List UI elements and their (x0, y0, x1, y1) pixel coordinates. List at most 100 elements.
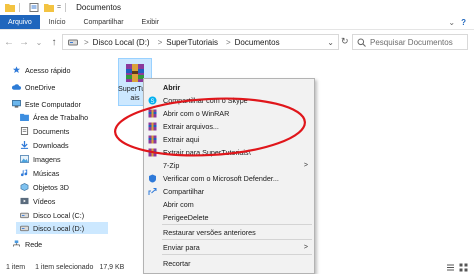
tab-arquivo[interactable]: Arquivo (0, 15, 40, 29)
menu-separator (162, 254, 312, 255)
download-icon (20, 141, 29, 149)
submenu-arrow-icon: > (303, 162, 308, 169)
sidebar-item-label: Disco Local (C:) (33, 210, 85, 220)
pictures-folder-icon (20, 155, 29, 163)
sidebar-item-label: Disco Local (D:) (33, 223, 85, 233)
sidebar-item-este-computador[interactable]: Este Computador (12, 98, 81, 110)
sidebar-item-label: Imagens (33, 154, 61, 164)
up-button[interactable]: ↑ (48, 36, 60, 48)
sidebar-item-label: Vídeos (33, 196, 56, 206)
breadcrumb-documentos[interactable]: Documentos (235, 38, 280, 47)
view-switcher (446, 263, 468, 272)
sidebar-item-disco-d[interactable]: Disco Local (D:) (16, 222, 108, 234)
search-input[interactable]: Pesquisar Documentos (352, 34, 468, 50)
sidebar-item-videos[interactable]: Vídeos (20, 195, 55, 207)
ribbon-collapse-button[interactable]: ⌄ (448, 18, 455, 27)
sidebar-item-disco-c[interactable]: Disco Local (C:) (20, 209, 84, 221)
desktop-folder-icon (20, 113, 29, 121)
breadcrumb-supertutoriais[interactable]: SuperTutoriais (166, 38, 218, 47)
status-selected: 1 item selecionado (35, 264, 94, 271)
navigation-bar: ← → ⌄ ↑ > Disco Local (D:) > SuperTutori… (0, 31, 474, 53)
sidebar-item-rede[interactable]: Rede (12, 238, 42, 250)
sidebar-item-documents[interactable]: Documents (20, 125, 69, 137)
computer-icon (12, 100, 21, 108)
breadcrumb-separator: > (84, 37, 89, 47)
menu-item-defender[interactable]: Verificar com o Microsoft Defender... (144, 173, 314, 184)
back-button[interactable]: ← (3, 36, 15, 48)
title-divider (65, 3, 67, 12)
tab-exibir[interactable]: Exibir (133, 15, 169, 29)
address-bar[interactable]: > Disco Local (D:) > SuperTutoriais > Do… (62, 34, 339, 50)
objects3d-icon (20, 183, 29, 191)
search-icon (357, 38, 366, 47)
sidebar-item-label: Objetos 3D (33, 182, 69, 192)
quick-access-dropdown[interactable]: = (57, 4, 61, 11)
details-view-icon[interactable] (446, 263, 455, 272)
tab-compartilhar[interactable]: Compartilhar (74, 15, 132, 29)
annotation-ellipse (114, 97, 306, 157)
help-button[interactable]: ? (461, 18, 466, 27)
menu-item-label: Abrir com (163, 200, 194, 209)
sidebar-item-label: Músicas (33, 168, 60, 178)
sidebar-item-label: Este Computador (25, 99, 81, 109)
menu-item-abrir[interactable]: Abrir (144, 82, 314, 93)
cloud-icon (12, 84, 21, 90)
breadcrumb-separator: > (157, 37, 163, 47)
sidebar-item-musicas[interactable]: Músicas (20, 167, 59, 179)
menu-separator (162, 224, 312, 225)
ribbon-controls: ⌄ ? (448, 15, 474, 29)
share-icon (148, 188, 157, 195)
recent-locations-button[interactable]: ⌄ (33, 36, 45, 48)
menu-item-enviar-para[interactable]: Enviar para > (144, 242, 314, 253)
breadcrumb-disco-d[interactable]: Disco Local (D:) (93, 38, 150, 47)
menu-item-restaurar-versoes[interactable]: Restaurar versões anteriores (144, 227, 314, 238)
network-icon (13, 240, 20, 247)
new-folder-icon[interactable] (44, 3, 54, 12)
status-item-count: 1 item (6, 264, 26, 271)
defender-shield-icon (149, 174, 156, 183)
refresh-button[interactable]: ↻ (341, 36, 349, 47)
documents-folder-icon (20, 127, 29, 135)
sidebar-item-imagens[interactable]: Imagens (20, 153, 61, 165)
forward-button[interactable]: → (18, 36, 30, 48)
drive-icon (20, 212, 29, 219)
properties-icon[interactable] (29, 3, 39, 12)
breadcrumb-separator: > (225, 37, 231, 47)
menu-item-label: Enviar para (163, 243, 200, 252)
menu-item-label: Abrir (163, 83, 181, 92)
drive-icon (20, 225, 29, 232)
submenu-arrow-icon: > (303, 244, 308, 251)
menu-item-label: Verificar com o Microsoft Defender... (163, 174, 279, 183)
star-icon (12, 66, 21, 73)
sidebar-item-label: Acesso rápido (25, 65, 71, 75)
menu-item-label: Compartilhar (163, 187, 205, 196)
sidebar-item-downloads[interactable]: Downloads (20, 139, 69, 151)
sidebar-item-onedrive[interactable]: OneDrive (12, 81, 55, 93)
sidebar-item-area-de-trabalho[interactable]: Área de Trabalho (20, 111, 88, 123)
status-size: 17,9 KB (99, 264, 125, 271)
menu-item-perigeedelete[interactable]: PerigeeDelete (144, 212, 314, 223)
address-dropdown-button[interactable]: ⌄ (327, 38, 334, 47)
tab-inicio[interactable]: Início (40, 15, 75, 29)
menu-item-label: 7-Zip (163, 161, 180, 170)
sidebar-item-objetos-3d[interactable]: Objetos 3D (20, 181, 69, 193)
menu-item-label: Restaurar versões anteriores (163, 228, 256, 237)
menu-separator (162, 239, 312, 240)
sidebar-item-acesso-rapido[interactable]: Acesso rápido (12, 64, 71, 76)
search-placeholder: Pesquisar Documentos (370, 37, 453, 47)
menu-item-7zip[interactable]: 7-Zip > (144, 160, 314, 171)
sidebar-item-label: OneDrive (25, 82, 56, 92)
ribbon-tabs: Arquivo Início Compartilhar Exibir ⌄ ? (0, 15, 474, 30)
navigation-pane: Acesso rápido OneDrive Este Computador Á… (0, 58, 110, 259)
drive-icon (68, 39, 78, 46)
menu-item-label: PerigeeDelete (163, 213, 209, 222)
quick-access-divider (19, 3, 20, 12)
menu-item-compartilhar[interactable]: Compartilhar (144, 186, 314, 197)
large-icons-view-icon[interactable] (459, 263, 468, 272)
folder-icon (5, 4, 15, 12)
music-icon (20, 169, 28, 177)
title-bar: = Documentos (0, 0, 474, 15)
menu-item-abrir-com[interactable]: Abrir com (144, 199, 314, 210)
sidebar-item-label: Área de Trabalho (33, 112, 89, 122)
sidebar-item-label: Downloads (33, 140, 69, 150)
